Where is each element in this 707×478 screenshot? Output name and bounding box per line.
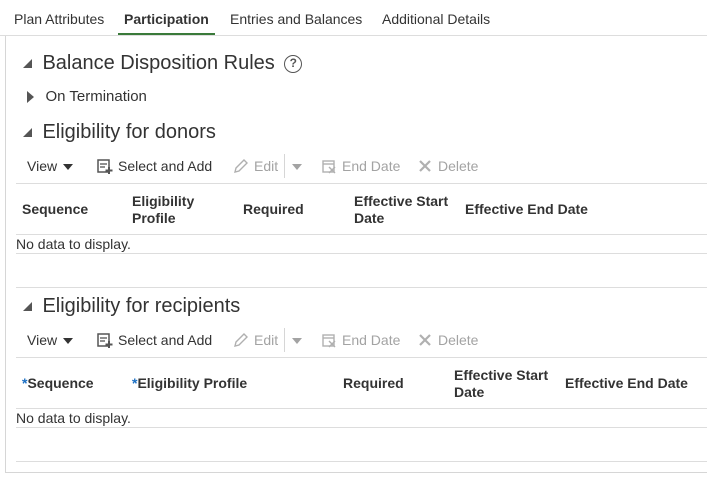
column-header-required[interactable]: Required	[343, 375, 404, 392]
edit-menu-button[interactable]	[292, 154, 302, 178]
select-and-add-label: Select and Add	[118, 158, 213, 174]
expand-triangle-icon[interactable]	[27, 90, 34, 103]
delete-label: Delete	[438, 332, 479, 348]
end-date-label: End Date	[342, 158, 401, 174]
delete-x-icon	[419, 160, 431, 173]
edit-label: Edit	[254, 332, 279, 348]
end-date-button[interactable]: End Date	[321, 154, 400, 178]
recipients-toolbar: View Select and Add Edit End Date Delete	[27, 328, 707, 352]
toolbar-separator	[284, 328, 285, 352]
delete-button[interactable]: Delete	[417, 328, 478, 352]
chevron-down-icon	[292, 164, 302, 171]
delete-x-icon	[419, 334, 431, 347]
tab-additional-details[interactable]: Additional Details	[382, 0, 490, 36]
select-and-add-icon	[97, 333, 113, 349]
view-menu-button[interactable]: View	[27, 154, 74, 178]
chevron-down-icon	[292, 338, 302, 345]
view-label: View	[27, 332, 58, 348]
tab-bar: Plan Attributes Participation Entries an…	[0, 0, 707, 36]
end-date-label: End Date	[342, 332, 401, 348]
delete-button[interactable]: Delete	[417, 154, 478, 178]
tab-entries-and-balances[interactable]: Entries and Balances	[230, 0, 362, 36]
toolbar-separator	[284, 154, 285, 178]
column-header-effective-end-date[interactable]: Effective End Date	[565, 375, 688, 392]
edit-label: Edit	[254, 158, 279, 174]
recipients-title: Eligibility for recipients	[42, 295, 241, 317]
recipients-table-header: *Sequence *Eligibility Profile Required …	[16, 357, 707, 409]
participation-panel: Balance Disposition Rules ? On Terminati…	[5, 36, 707, 473]
on-termination-header[interactable]: On Termination	[27, 88, 147, 106]
column-header-required[interactable]: Required	[243, 201, 304, 218]
donors-header[interactable]: Eligibility for donors	[23, 121, 216, 144]
donors-table-header: Sequence Eligibility Profile Required Ef…	[16, 183, 707, 235]
no-data-text: No data to display.	[16, 236, 131, 252]
view-menu-button[interactable]: View	[27, 328, 74, 352]
on-termination-label: On Termination	[45, 88, 147, 106]
end-date-button[interactable]: End Date	[321, 328, 400, 352]
select-and-add-button[interactable]: Select and Add	[97, 154, 212, 178]
chevron-down-icon	[63, 164, 74, 171]
select-and-add-label: Select and Add	[118, 332, 213, 348]
end-date-icon	[322, 334, 336, 348]
sequence-label: Sequence	[27, 375, 94, 391]
select-and-add-button[interactable]: Select and Add	[97, 328, 212, 352]
edit-button[interactable]: Edit	[233, 328, 278, 352]
no-data-text: No data to display.	[16, 410, 131, 426]
column-header-eligibility-profile[interactable]: *Eligibility Profile	[132, 375, 247, 392]
column-header-sequence[interactable]: *Sequence	[22, 375, 94, 392]
column-header-effective-end-date[interactable]: Effective End Date	[465, 201, 588, 218]
pencil-icon	[234, 333, 248, 348]
view-label: View	[27, 158, 58, 174]
edit-menu-button[interactable]	[292, 328, 302, 352]
column-header-effective-start-date[interactable]: Effective Start Date	[354, 193, 462, 227]
collapse-triangle-icon[interactable]	[23, 302, 32, 311]
donors-title: Eligibility for donors	[42, 121, 216, 143]
balance-disposition-header[interactable]: Balance Disposition Rules ?	[23, 52, 303, 75]
empty-table-message: No data to display.	[16, 235, 707, 254]
tab-plan-attributes[interactable]: Plan Attributes	[14, 0, 104, 36]
column-header-effective-start-date[interactable]: Effective Start Date	[454, 367, 562, 401]
column-header-eligibility-profile[interactable]: Eligibility Profile	[132, 193, 222, 227]
tab-participation[interactable]: Participation	[118, 0, 215, 36]
eligibility-profile-label: Eligibility Profile	[137, 375, 248, 391]
recipients-header[interactable]: Eligibility for recipients	[23, 295, 240, 318]
chevron-down-icon	[63, 338, 74, 345]
collapse-triangle-icon[interactable]	[23, 59, 32, 68]
end-date-icon	[322, 160, 336, 174]
donors-toolbar: View Select and Add Edit End Date Delete	[27, 154, 707, 178]
question-circle-icon[interactable]: ?	[284, 54, 303, 73]
delete-label: Delete	[438, 158, 479, 174]
table-footer-divider	[16, 287, 707, 288]
edit-button[interactable]: Edit	[233, 154, 278, 178]
table-footer-divider	[16, 461, 707, 462]
collapse-triangle-icon[interactable]	[23, 128, 32, 137]
empty-table-message: No data to display.	[16, 409, 707, 428]
select-and-add-icon	[97, 159, 113, 175]
column-header-sequence[interactable]: Sequence	[22, 201, 88, 218]
balance-disposition-title: Balance Disposition Rules	[42, 52, 275, 74]
pencil-icon	[234, 159, 248, 174]
